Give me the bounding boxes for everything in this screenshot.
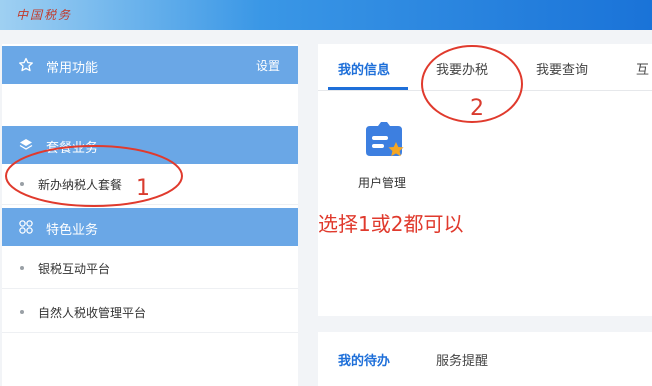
annotation-note: 选择1或2都可以 xyxy=(318,212,464,236)
annotation-mark-1: 1 xyxy=(136,176,150,201)
annotation-overlay xyxy=(5,45,523,207)
annotation-mark-2: 2 xyxy=(470,96,484,121)
annotation-circle-1 xyxy=(5,145,183,207)
